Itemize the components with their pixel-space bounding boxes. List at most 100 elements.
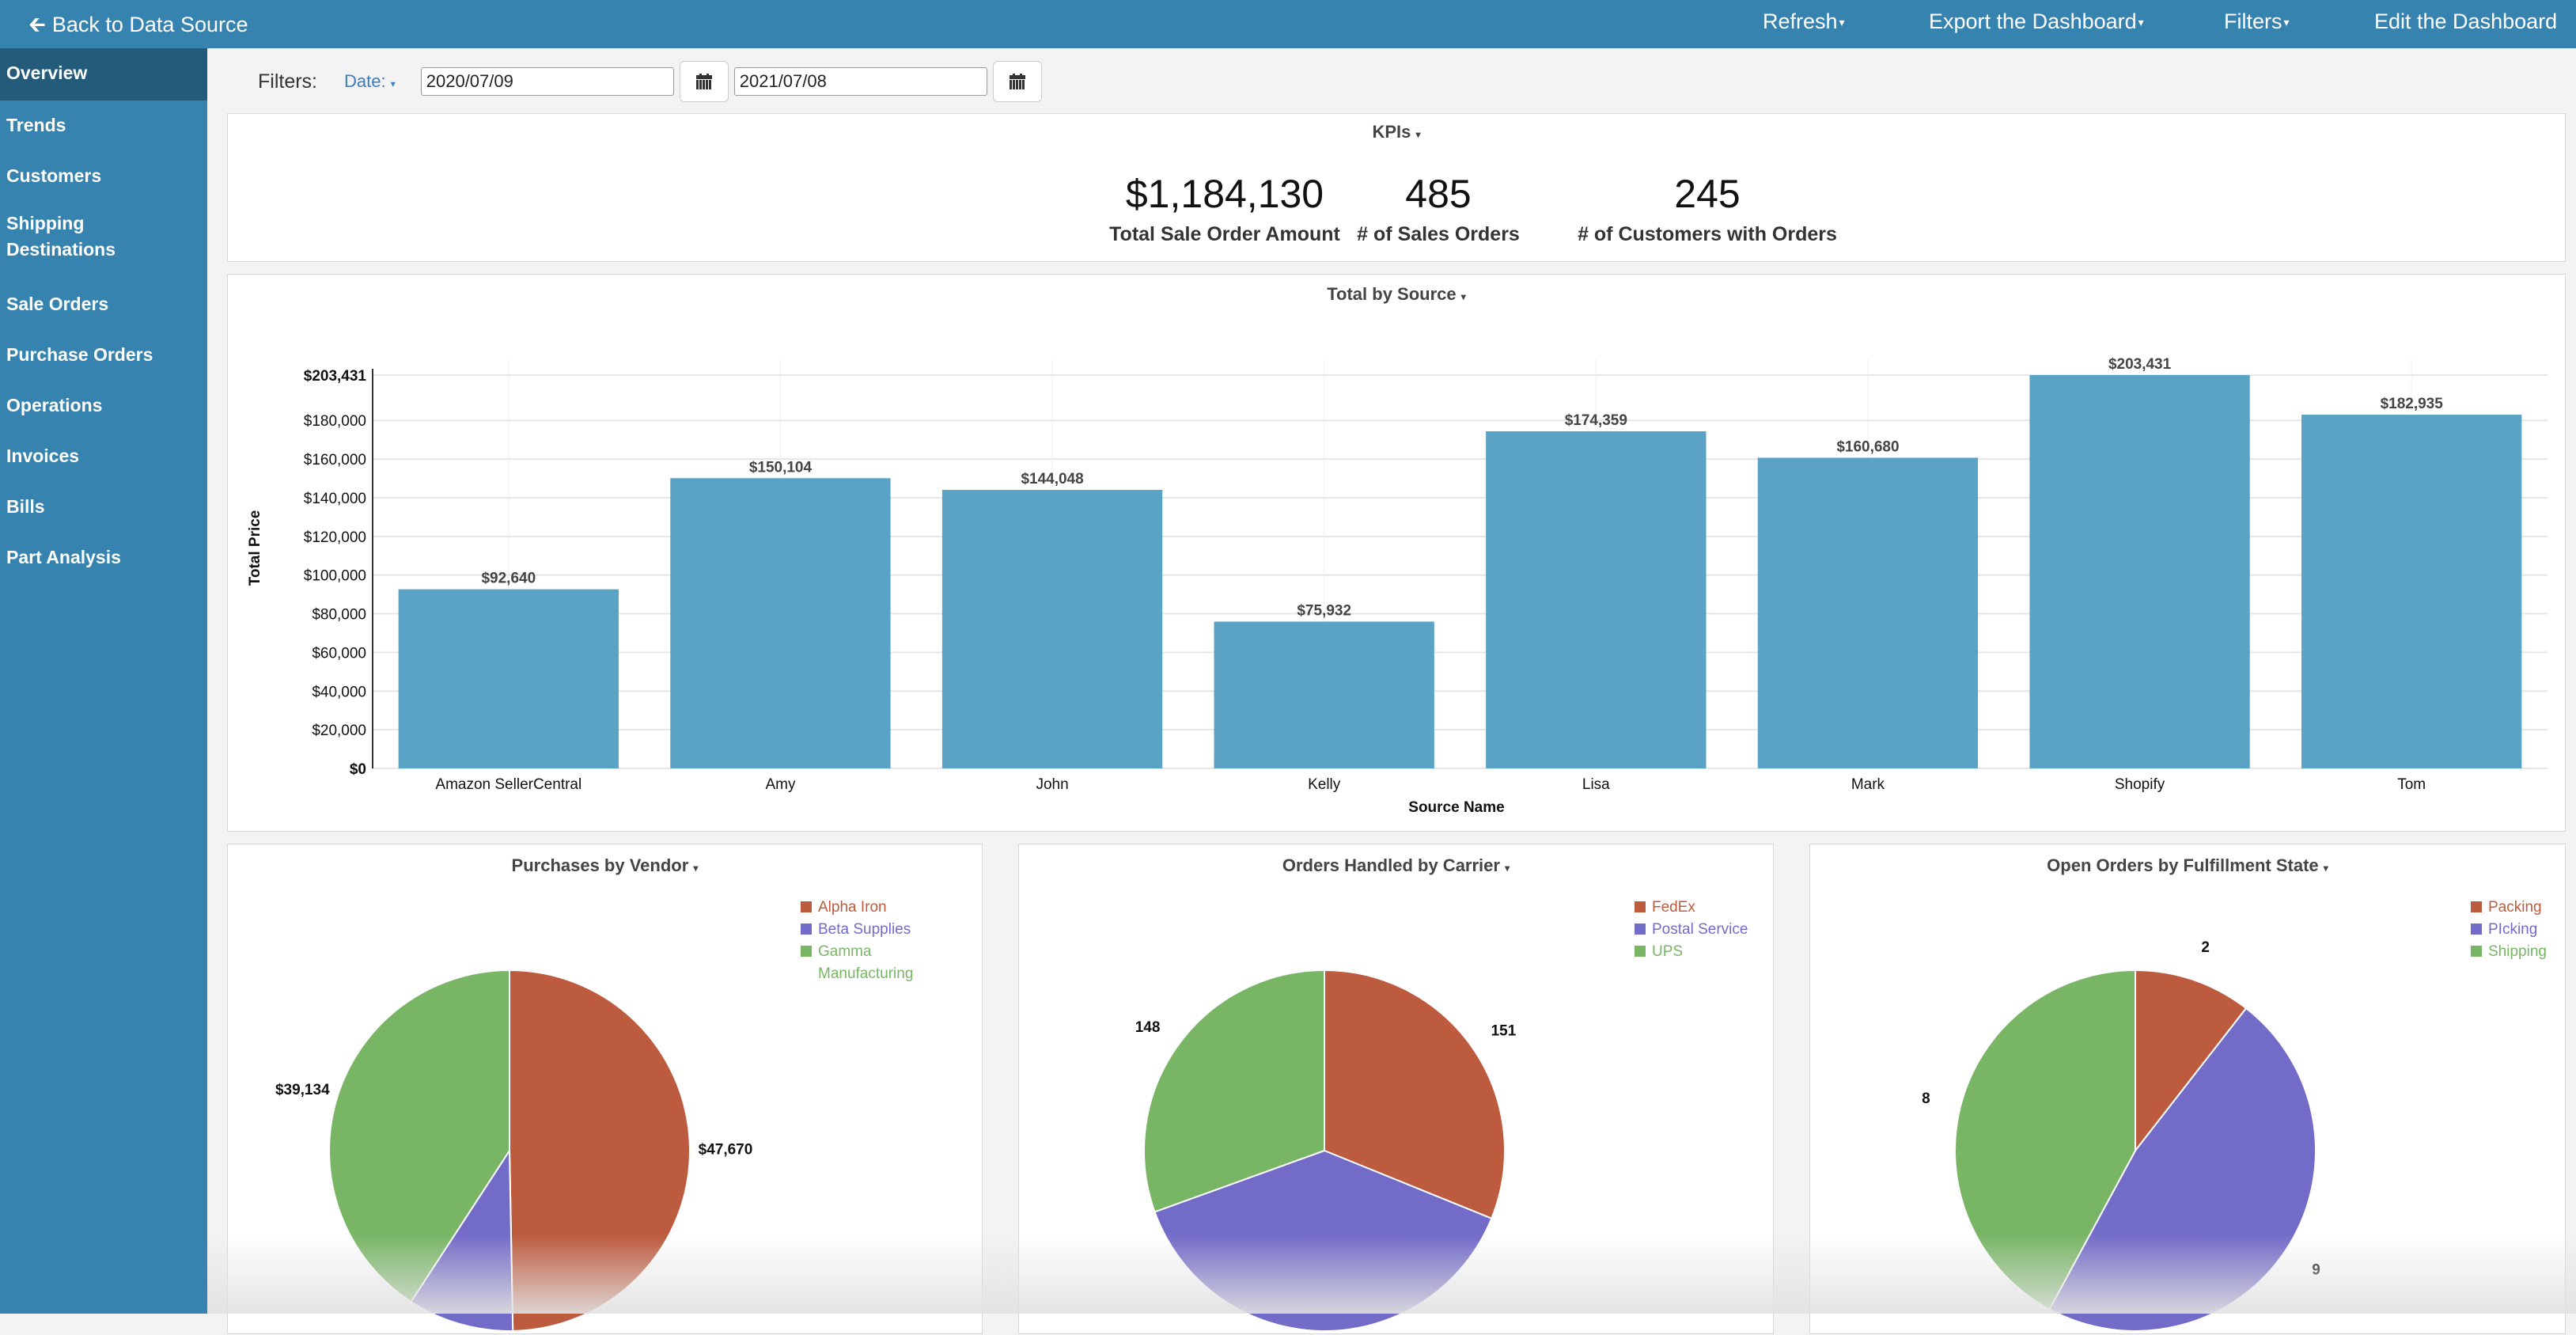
legend-item[interactable]: Postal Service: [1635, 919, 1773, 941]
bar-john[interactable]: [941, 490, 1163, 768]
kpi-label: # of Customers with Orders: [1578, 223, 1837, 245]
caret-down-icon: ▾: [2138, 16, 2144, 29]
refresh-label: Refresh: [1763, 9, 1838, 33]
bar-amy[interactable]: [670, 478, 891, 768]
legend-label: FedEx: [1652, 899, 1695, 916]
sidebar-item-part-analysis[interactable]: Part Analysis: [0, 533, 207, 583]
bar-value-label: $160,680: [1836, 438, 1899, 455]
y-tick-label: $140,000: [304, 491, 366, 507]
sidebar-item-overview[interactable]: Overview: [0, 48, 207, 101]
filter-bar: Filters: Date: ▾: [258, 61, 1047, 102]
sidebar-item-bills[interactable]: Bills: [0, 482, 207, 533]
bar-value-label: $75,932: [1297, 602, 1351, 619]
sidebar-item-trends[interactable]: Trends: [0, 101, 207, 151]
edit-dashboard-button[interactable]: Edit the Dashboard: [2374, 9, 2557, 34]
export-dashboard-menu[interactable]: Export the Dashboard ▾: [1929, 9, 2144, 34]
bar-lisa[interactable]: [1486, 431, 1707, 768]
pie-value-label: 151: [1491, 1023, 1517, 1040]
sidebar-item-label: Bills: [6, 496, 45, 517]
start-date-input[interactable]: [420, 67, 674, 96]
sidebar: Overview Trends Customers Shipping Destinat…: [0, 48, 207, 1314]
sidebar-item-shipping-destinations[interactable]: Shipping Destinations: [0, 202, 207, 279]
legend-item[interactable]: UPS: [1635, 941, 1773, 963]
sidebar-item-label: Operations: [6, 395, 103, 415]
kpi-panel: KPIs ▾ $1,184,130 Total Sale Order Amoun…: [227, 113, 2566, 262]
bar-value-label: $150,104: [749, 459, 813, 476]
sidebar-item-label: Shipping Destinations: [6, 213, 116, 260]
legend-item[interactable]: Beta Supplies: [801, 919, 959, 941]
legend-label: PIcking: [2488, 921, 2538, 938]
pie-value-label: 2: [2201, 939, 2210, 956]
bar-kelly[interactable]: [1214, 621, 1434, 768]
export-label: Export the Dashboard: [1929, 9, 2137, 33]
refresh-menu[interactable]: Refresh ▾: [1763, 9, 1845, 34]
legend-swatch: [2471, 901, 2482, 912]
date-filter-dropdown[interactable]: Date: ▾: [344, 71, 396, 92]
legend-swatch: [801, 946, 812, 957]
legend-item[interactable]: Shipping: [2471, 941, 2566, 963]
caret-down-icon: ▾: [2283, 16, 2290, 29]
legend-item[interactable]: Alpha Iron: [801, 897, 959, 919]
x-axis-title: Source Name: [1408, 799, 1504, 816]
pie-value-label: $39,134: [275, 1082, 330, 1098]
pie-vendor-legend: Alpha Iron Beta Supplies Gamma Manufacturi…: [801, 897, 959, 985]
start-date-calendar-button[interactable]: [679, 61, 729, 102]
caret-down-icon: ▾: [1839, 16, 1845, 29]
legend-item[interactable]: FedEx: [1635, 897, 1773, 919]
legend-swatch: [2471, 946, 2482, 957]
legend-label: Gamma Manufacturing: [818, 943, 914, 982]
pie-value-label: 8: [1922, 1090, 1930, 1107]
kpi-title-text: KPIs: [1372, 122, 1411, 142]
purchases-by-vendor-panel: Purchases by Vendor ▾ $47,670 $39,134 Alp…: [227, 844, 983, 1334]
sidebar-item-operations[interactable]: Operations: [0, 381, 207, 431]
bar-mark[interactable]: [1757, 457, 1979, 768]
y-tick-label: $100,000: [304, 568, 366, 585]
x-tick-label: Shopify: [2115, 776, 2165, 793]
total-by-source-panel: Total by Source ▾ $0 $20,000 $40,000 $60,00…: [227, 274, 2566, 832]
y-tick-label: $203,431: [304, 368, 367, 385]
pie-value-label: 148: [1135, 1019, 1161, 1036]
end-date-input[interactable]: [733, 67, 987, 96]
bar-tom[interactable]: [2301, 415, 2522, 768]
calendar-icon: [695, 74, 712, 89]
caret-down-icon: ▾: [1415, 129, 1421, 140]
legend-item[interactable]: PIcking: [2471, 919, 2566, 941]
sidebar-item-sale-orders[interactable]: Sale Orders: [0, 279, 207, 330]
sidebar-item-customers[interactable]: Customers: [0, 151, 207, 202]
kpi-panel-title[interactable]: KPIs ▾: [228, 122, 2565, 142]
legend-label: Beta Supplies: [818, 921, 911, 938]
y-tick-label: $0: [350, 761, 366, 778]
edit-label: Edit the Dashboard: [2374, 9, 2558, 33]
y-axis-title: Total Price: [247, 510, 263, 586]
bar-value-label: $92,640: [481, 571, 536, 587]
caret-down-icon: ▾: [390, 78, 396, 89]
pie-chart-fulfillment: 2 9 8: [1922, 939, 2320, 1333]
legend-item[interactable]: Gamma Manufacturing: [801, 941, 959, 985]
pie-carrier-legend: FedEx Postal Service UPS: [1635, 897, 1773, 963]
y-tick-label: $60,000: [312, 645, 366, 662]
bar-shopify[interactable]: [2029, 375, 2250, 768]
filters-menu[interactable]: Filters ▾: [2224, 9, 2290, 34]
legend-label: UPS: [1652, 943, 1684, 960]
pie-value-label: 9: [2312, 1261, 2320, 1278]
x-tick-label: Kelly: [1308, 776, 1341, 793]
end-date-calendar-button[interactable]: [992, 61, 1042, 102]
x-tick-label: Lisa: [1582, 776, 1610, 793]
pie-value-label: $47,670: [699, 1141, 753, 1158]
orders-by-carrier-panel: Orders Handled by Carrier ▾ 151 148 FedEx…: [1018, 844, 1774, 1334]
sidebar-item-label: Sale Orders: [6, 294, 109, 314]
sidebar-item-invoices[interactable]: Invoices: [0, 431, 207, 482]
legend-label: Shipping: [2488, 943, 2547, 960]
legend-swatch: [1635, 901, 1646, 912]
back-to-data-source-link[interactable]: 🡰 Back to Data Source: [28, 9, 248, 46]
y-tick-label: $20,000: [312, 722, 366, 739]
sidebar-item-purchase-orders[interactable]: Purchase Orders: [0, 330, 207, 381]
sidebar-item-label: Overview: [6, 63, 88, 83]
bar-amazon-sellercentral[interactable]: [398, 589, 619, 768]
legend-swatch: [2471, 924, 2482, 935]
legend-swatch: [801, 924, 812, 935]
legend-swatch: [801, 901, 812, 912]
legend-item[interactable]: Packing: [2471, 897, 2566, 919]
sidebar-item-label: Purchase Orders: [6, 344, 153, 365]
pie-slice-alpha-iron[interactable]: [509, 969, 691, 1332]
